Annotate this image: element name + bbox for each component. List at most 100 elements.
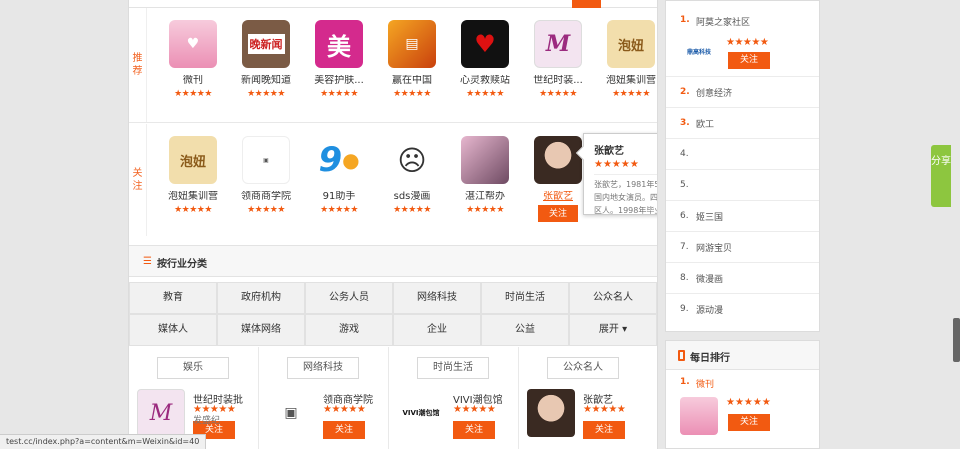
follow-button[interactable]: 关注 <box>323 421 365 439</box>
app-card[interactable]: M 世纪时装... ★★★★★ <box>523 20 593 100</box>
follow-button[interactable]: 关注 <box>728 52 770 69</box>
daily-header: 每日排行 <box>666 341 819 370</box>
category-item[interactable]: 网络科技 <box>393 282 481 314</box>
category-grid: 教育 政府机构 公务人员 网络科技 时尚生活 公众名人 媒体人 媒体网络 游戏 … <box>129 282 657 346</box>
app-rating: ★★★★★ <box>320 205 358 215</box>
app-rating: ★★★★★ <box>247 205 285 215</box>
m-logo-icon: M <box>137 389 185 437</box>
rank-item[interactable]: 9. 源动漫 <box>666 294 819 325</box>
scrollbar-thumb[interactable] <box>953 318 960 362</box>
daily-rating: ★★★★★ <box>726 397 771 408</box>
item-rating: ★★★★★ <box>453 404 496 415</box>
app-card[interactable]: ♥ 心灵救赎站 ★★★★★ <box>450 20 520 100</box>
rank-item[interactable]: 4. <box>666 139 819 170</box>
rank-name[interactable]: 阿莫之家社区 <box>696 15 750 28</box>
app-name: 新闻晚知道 <box>241 75 291 86</box>
follow-button[interactable]: 关注 <box>453 421 495 439</box>
app-rating: ★★★★★ <box>393 89 431 99</box>
category-chip[interactable]: 娱乐 <box>157 357 229 379</box>
app-name: 赢在中国 <box>392 75 432 86</box>
app-card[interactable]: 9 ● 91助手 ★★★★★ <box>304 136 374 216</box>
m-logo-icon: M <box>534 20 582 68</box>
ranking-box: 1. 阿莫之家社区 鼎高科技 ★★★★★ 关注 2. 创意经济 3. 欧工 4. 5… <box>665 0 820 332</box>
item-rating: ★★★★★ <box>323 404 366 415</box>
rank-item-top[interactable]: 1. 阿莫之家社区 鼎高科技 ★★★★★ 关注 <box>666 1 819 77</box>
app-name: sds漫画 <box>393 191 431 202</box>
item-rating: ★★★★★ <box>583 404 626 415</box>
rank-item[interactable]: 2. 创意经济 <box>666 77 819 108</box>
app-name: 心灵救赎站 <box>460 75 510 86</box>
rank-item[interactable]: 6. 姬三国 <box>666 201 819 232</box>
pink-heart-icon <box>680 397 718 435</box>
right-sidebar: 1. 阿莫之家社区 鼎高科技 ★★★★★ 关注 2. 创意经济 3. 欧工 4. 5… <box>665 0 820 449</box>
vivi-logo-icon: VIVI潮包馆 <box>397 389 445 437</box>
paoniu-icon: 泡妞 <box>169 136 217 184</box>
app-card[interactable]: ♥ 微刊 ★★★★★ <box>158 20 228 100</box>
app-name: 美容护肤... <box>314 75 364 86</box>
top-tab-strip <box>129 0 657 8</box>
app-rating: ★★★★★ <box>466 89 504 99</box>
newspaper-icon: 晚新闻 <box>242 20 290 68</box>
follow-button[interactable]: 关注 <box>583 421 625 439</box>
rank-item[interactable]: 8. 微漫画 <box>666 263 819 294</box>
portrait-icon <box>527 389 575 437</box>
category-item[interactable]: 公务人员 <box>305 282 393 314</box>
book-icon: ▤ <box>388 20 436 68</box>
app-card[interactable]: 泡妞 泡妞集训营 ★★★★★ <box>596 20 657 100</box>
category-item[interactable]: 时尚生活 <box>481 282 569 314</box>
category-item[interactable]: 媒体网络 <box>217 314 305 346</box>
company-logo-icon: 鼎高科技 <box>686 49 711 56</box>
rank-number: 1. <box>680 15 690 25</box>
category-chip[interactable]: 公众名人 <box>547 357 619 379</box>
hover-tooltip: 张歆艺 5分 ★★★★★ 张歆艺，1981年5月29日出生，中国内地女演员。四川… <box>575 133 657 217</box>
app-rating: ★★★★★ <box>174 89 212 99</box>
app-rating: ★★★★★ <box>539 89 577 99</box>
app-rating: ★★★★★ <box>466 205 504 215</box>
active-tab-marker <box>572 0 601 8</box>
category-item[interactable]: 媒体人 <box>129 314 217 346</box>
app-name: 微刊 <box>183 75 203 86</box>
heart-cross-icon: ♥ <box>461 20 509 68</box>
app-card[interactable]: ▣ 领商商学院 ★★★★★ <box>231 136 301 216</box>
app-card[interactable]: 湛江帮办 ★★★★★ <box>450 136 520 216</box>
app-card[interactable]: 美 美容护肤... ★★★★★ <box>304 20 374 100</box>
rank-number: 1. <box>680 377 690 387</box>
photo-woman-icon <box>461 136 509 184</box>
category-item[interactable]: 政府机构 <box>217 282 305 314</box>
app-card[interactable]: ▤ 赢在中国 ★★★★★ <box>377 20 447 100</box>
follow-row: 关注 泡妞 泡妞集训营 ★★★★★ ▣ 领商商学院 ★★★★★ 9 ● 91助手 … <box>129 124 657 236</box>
app-name: 世纪时装... <box>533 75 583 86</box>
daily-title: 每日排行 <box>690 353 730 364</box>
portrait-icon <box>534 136 582 184</box>
app-card[interactable]: 晚新闻 新闻晚知道 ★★★★★ <box>231 20 301 100</box>
app-name: 泡妞集训营 <box>168 191 218 202</box>
share-button[interactable]: 分享 <box>931 145 951 207</box>
follow-button[interactable]: 关注 <box>728 414 770 431</box>
tooltip-description: 张歆艺，1981年5月29日出生，中国内地女演员。四川省成都市武侯区人。1998… <box>594 174 657 217</box>
category-chip[interactable]: 网络科技 <box>287 357 359 379</box>
category-item[interactable]: 教育 <box>129 282 217 314</box>
status-bar-url: test.cc/index.php?a=content&m=Weixin&id=… <box>0 434 207 449</box>
list-icon: ☰ <box>143 256 152 267</box>
daily-ranking-box: 每日排行 1. 微刊 ★★★★★ 关注 <box>665 340 820 449</box>
category-item[interactable]: 公益 <box>481 314 569 346</box>
rank-item[interactable]: 5. <box>666 170 819 201</box>
category-item[interactable]: 公众名人 <box>569 282 657 314</box>
category-item[interactable]: 企业 <box>393 314 481 346</box>
rank-item[interactable]: 3. 欧工 <box>666 108 819 139</box>
app-name: 91助手 <box>322 191 356 202</box>
tooltip-stars: ★★★★★ <box>594 159 639 170</box>
app-card[interactable]: 泡妞 泡妞集训营 ★★★★★ <box>158 136 228 216</box>
daily-item-name[interactable]: 微刊 <box>696 377 714 390</box>
app-rating: ★★★★★ <box>320 89 358 99</box>
category-column: 公众名人 张歆艺 ★★★★★ 关注 <box>519 347 649 449</box>
category-column: 时尚生活 VIVI潮包馆 VIVI潮包馆 ★★★★★ 关注 <box>389 347 519 449</box>
beauty-icon: 美 <box>315 20 363 68</box>
rank-item[interactable]: 7. 网游宝贝 <box>666 232 819 263</box>
tooltip-name: 张歆艺 <box>594 146 624 157</box>
category-item[interactable]: 游戏 <box>305 314 393 346</box>
expand-button[interactable]: 展开 ▾ <box>569 314 657 346</box>
category-chip[interactable]: 时尚生活 <box>417 357 489 379</box>
app-card[interactable]: ☹ sds漫画 ★★★★★ <box>377 136 447 216</box>
follow-button[interactable]: 关注 <box>538 205 578 222</box>
